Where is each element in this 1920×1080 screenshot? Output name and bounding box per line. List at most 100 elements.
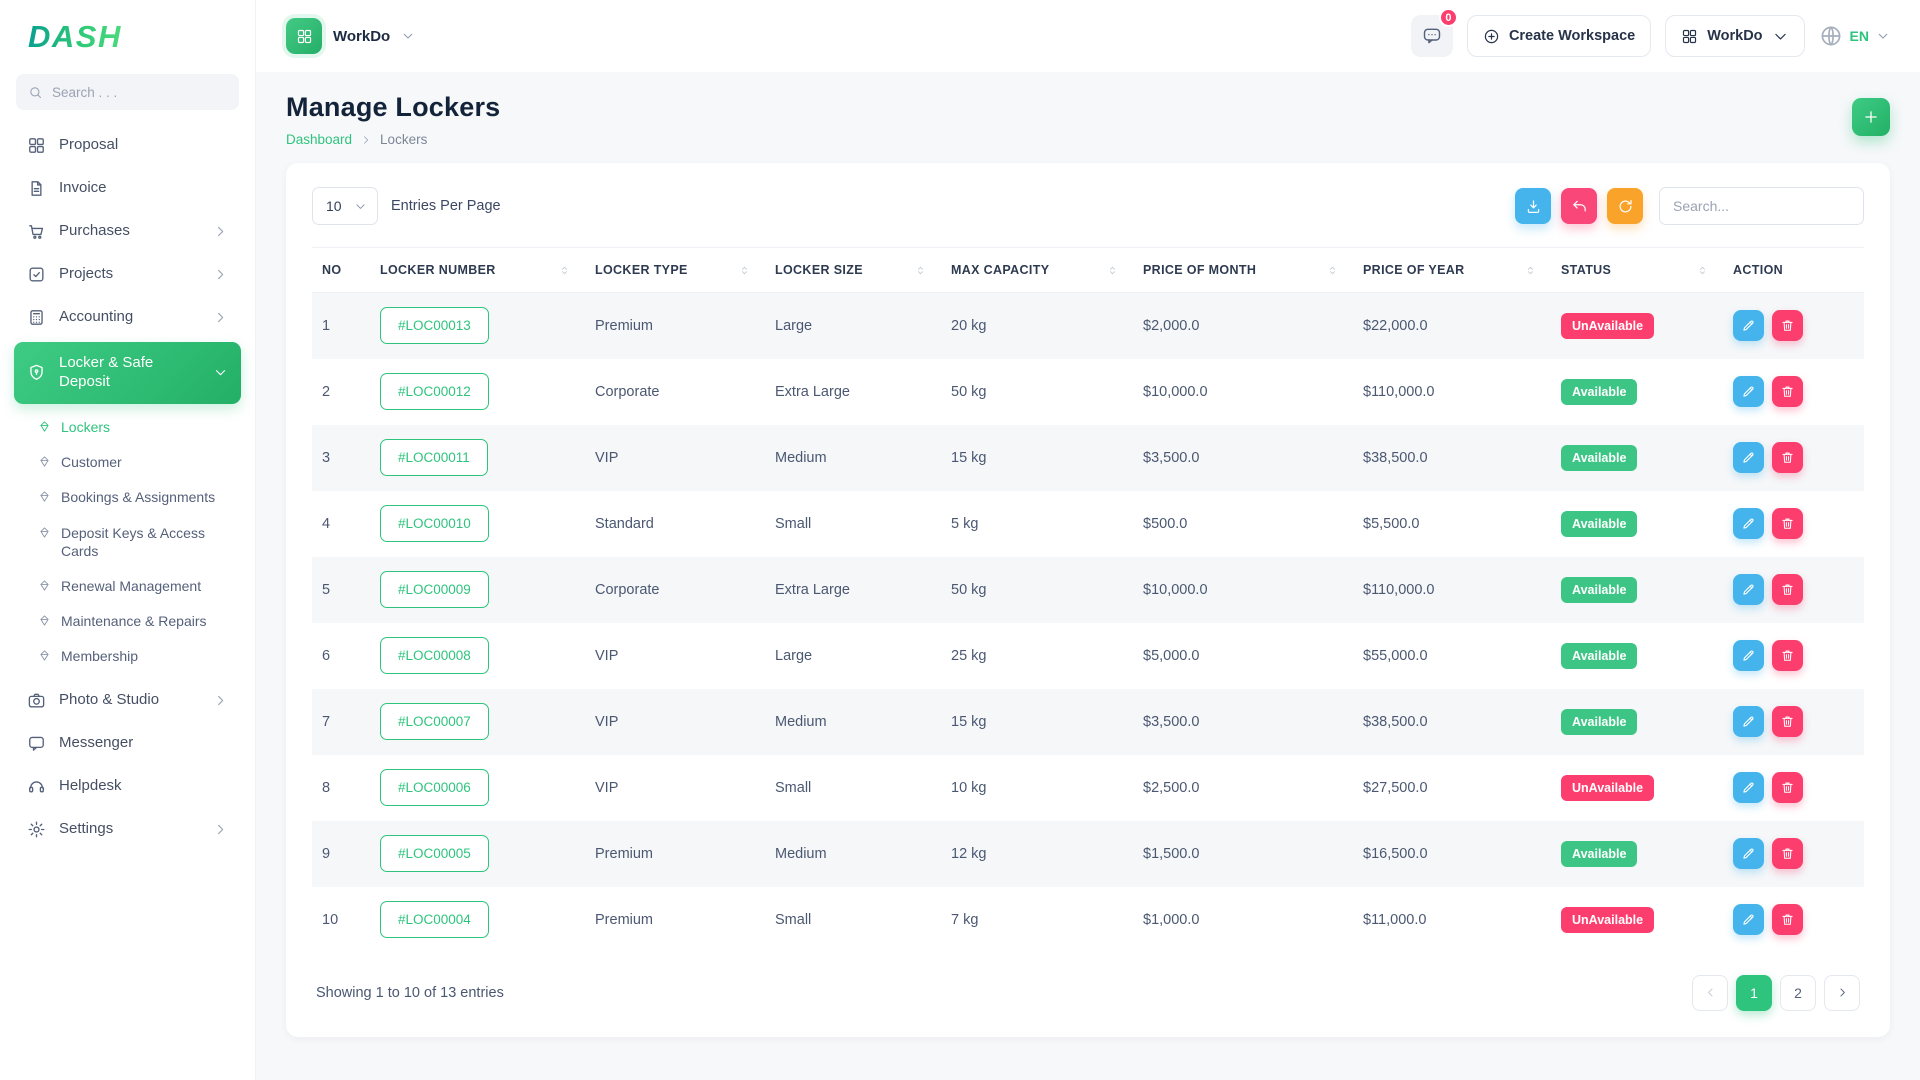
- sidebar-item-label: Invoice: [59, 179, 107, 198]
- col-header-max-capacity[interactable]: MAX CAPACITY: [941, 248, 1133, 293]
- sidebar-subitem-lockers[interactable]: Lockers: [28, 410, 241, 445]
- workspace-switcher-button[interactable]: WorkDo: [1665, 15, 1804, 57]
- sidebar-item-settings[interactable]: Settings: [14, 808, 241, 851]
- table-footer: Showing 1 to 10 of 13 entries 12: [312, 953, 1864, 1029]
- refresh-button[interactable]: [1607, 188, 1643, 224]
- sidebar-search-input[interactable]: [52, 85, 227, 100]
- gem-icon: [38, 614, 51, 627]
- purchases-icon: [27, 222, 46, 241]
- edit-button[interactable]: [1733, 442, 1764, 473]
- pagination-page-2[interactable]: 2: [1780, 975, 1816, 1011]
- locker-number-chip[interactable]: #LOC00007: [380, 703, 489, 740]
- sidebar-subitem-customer[interactable]: Customer: [28, 445, 241, 480]
- delete-button[interactable]: [1772, 574, 1803, 605]
- delete-button[interactable]: [1772, 904, 1803, 935]
- col-header-locker-number[interactable]: LOCKER NUMBER: [370, 248, 585, 293]
- table-row: 2#LOC00012CorporateExtra Large50 kg$10,0…: [312, 359, 1864, 425]
- locker-number-chip[interactable]: #LOC00008: [380, 637, 489, 674]
- delete-button[interactable]: [1772, 838, 1803, 869]
- locker-number-chip[interactable]: #LOC00011: [380, 439, 488, 476]
- edit-button[interactable]: [1733, 838, 1764, 869]
- sidebar-item-purchases[interactable]: Purchases: [14, 210, 241, 253]
- sidebar-search[interactable]: [16, 74, 239, 110]
- sidebar-subitem-bookings-assignments[interactable]: Bookings & Assignments: [28, 480, 241, 515]
- delete-button[interactable]: [1772, 376, 1803, 407]
- col-header-status[interactable]: STATUS: [1551, 248, 1723, 293]
- sidebar-subitem-deposit-keys-access-cards[interactable]: Deposit Keys & Access Cards: [28, 515, 241, 568]
- workspace-selector[interactable]: WorkDo: [286, 18, 415, 54]
- status-badge: Available: [1561, 577, 1637, 603]
- edit-button[interactable]: [1733, 310, 1764, 341]
- col-header-no: NO: [312, 248, 370, 293]
- table-search-input[interactable]: [1659, 187, 1864, 225]
- add-locker-button[interactable]: [1852, 98, 1890, 136]
- edit-button[interactable]: [1733, 904, 1764, 935]
- sidebar-submenu: LockersCustomerBookings & Assignments Dep…: [14, 407, 241, 680]
- sidebar-item-photo-studio[interactable]: Photo & Studio: [14, 679, 241, 722]
- edit-button[interactable]: [1733, 640, 1764, 671]
- delete-icon: [1780, 714, 1795, 729]
- table-toolbar: 10 Entries Per Page: [312, 187, 1864, 225]
- entries-per-page-select[interactable]: 10: [312, 187, 378, 225]
- delete-icon: [1780, 318, 1795, 333]
- delete-button[interactable]: [1772, 310, 1803, 341]
- sidebar-subitem-maintenance-repairs[interactable]: Maintenance & Repairs: [28, 604, 241, 639]
- sidebar-subitem-renewal-management[interactable]: Renewal Management: [28, 568, 241, 603]
- edit-button[interactable]: [1733, 772, 1764, 803]
- edit-button[interactable]: [1733, 508, 1764, 539]
- chevron-down-icon: [354, 200, 367, 213]
- pagination-page-1[interactable]: 1: [1736, 975, 1772, 1011]
- locker-number-chip[interactable]: #LOC00009: [380, 571, 489, 608]
- edit-button[interactable]: [1733, 376, 1764, 407]
- brand-logo[interactable]: DASH: [14, 0, 241, 74]
- delete-button[interactable]: [1772, 640, 1803, 671]
- delete-button[interactable]: [1772, 772, 1803, 803]
- sidebar-item-helpdesk[interactable]: Helpdesk: [14, 765, 241, 808]
- sidebar-item-accounting[interactable]: Accounting: [14, 296, 241, 339]
- sidebar-item-label: Accounting: [59, 308, 133, 327]
- messages-button[interactable]: 0: [1411, 15, 1453, 57]
- sidebar-subitem-label: Deposit Keys & Access Cards: [61, 524, 231, 560]
- workspace-grid-icon: [296, 28, 313, 45]
- col-header-price-of-year[interactable]: PRICE OF YEAR: [1353, 248, 1551, 293]
- language-selector[interactable]: EN: [1819, 24, 1890, 48]
- sidebar-item-label: Proposal: [59, 136, 118, 155]
- entries-per-page-label: Entries Per Page: [391, 198, 501, 214]
- sidebar-subitem-membership[interactable]: Membership: [28, 639, 241, 674]
- locker-number-chip[interactable]: #LOC00005: [380, 835, 489, 872]
- delete-button[interactable]: [1772, 508, 1803, 539]
- col-header-locker-type[interactable]: LOCKER TYPE: [585, 248, 765, 293]
- pagination-prev[interactable]: [1692, 975, 1728, 1011]
- locker-number-chip[interactable]: #LOC00010: [380, 505, 489, 542]
- cell-max-capacity: 7 kg: [941, 887, 1133, 953]
- sidebar-item-projects[interactable]: Projects: [14, 253, 241, 296]
- create-workspace-button[interactable]: Create Workspace: [1467, 15, 1651, 57]
- sidebar-item-locker-safe-deposit[interactable]: Locker & Safe Deposit: [14, 342, 241, 404]
- pagination-next[interactable]: [1824, 975, 1860, 1011]
- edit-button[interactable]: [1733, 574, 1764, 605]
- cell-locker-type: Premium: [585, 293, 765, 359]
- sidebar-item-proposal[interactable]: Proposal: [14, 124, 241, 167]
- breadcrumb-dashboard[interactable]: Dashboard: [286, 132, 352, 147]
- cell-price-year: $16,500.0: [1353, 821, 1551, 887]
- edit-button[interactable]: [1733, 706, 1764, 737]
- export-button[interactable]: [1515, 188, 1551, 224]
- locker-number-chip[interactable]: #LOC00013: [380, 307, 489, 344]
- sort-icon: [1326, 264, 1339, 277]
- locker-number-chip[interactable]: #LOC00006: [380, 769, 489, 806]
- delete-button[interactable]: [1772, 442, 1803, 473]
- breadcrumb-current: Lockers: [380, 132, 427, 147]
- edit-icon: [1741, 648, 1756, 663]
- undo-button[interactable]: [1561, 188, 1597, 224]
- locker-number-chip[interactable]: #LOC00012: [380, 373, 489, 410]
- sidebar-item-messenger[interactable]: Messenger: [14, 722, 241, 765]
- delete-button[interactable]: [1772, 706, 1803, 737]
- col-header-locker-size[interactable]: LOCKER SIZE: [765, 248, 941, 293]
- cell-no: 6: [312, 623, 370, 689]
- col-header-price-of-month[interactable]: PRICE OF MONTH: [1133, 248, 1353, 293]
- chevron-right-icon: [213, 310, 228, 325]
- cell-price-month: $500.0: [1133, 491, 1353, 557]
- cell-locker-type: Corporate: [585, 359, 765, 425]
- sidebar-item-invoice[interactable]: Invoice: [14, 167, 241, 210]
- locker-number-chip[interactable]: #LOC00004: [380, 901, 489, 938]
